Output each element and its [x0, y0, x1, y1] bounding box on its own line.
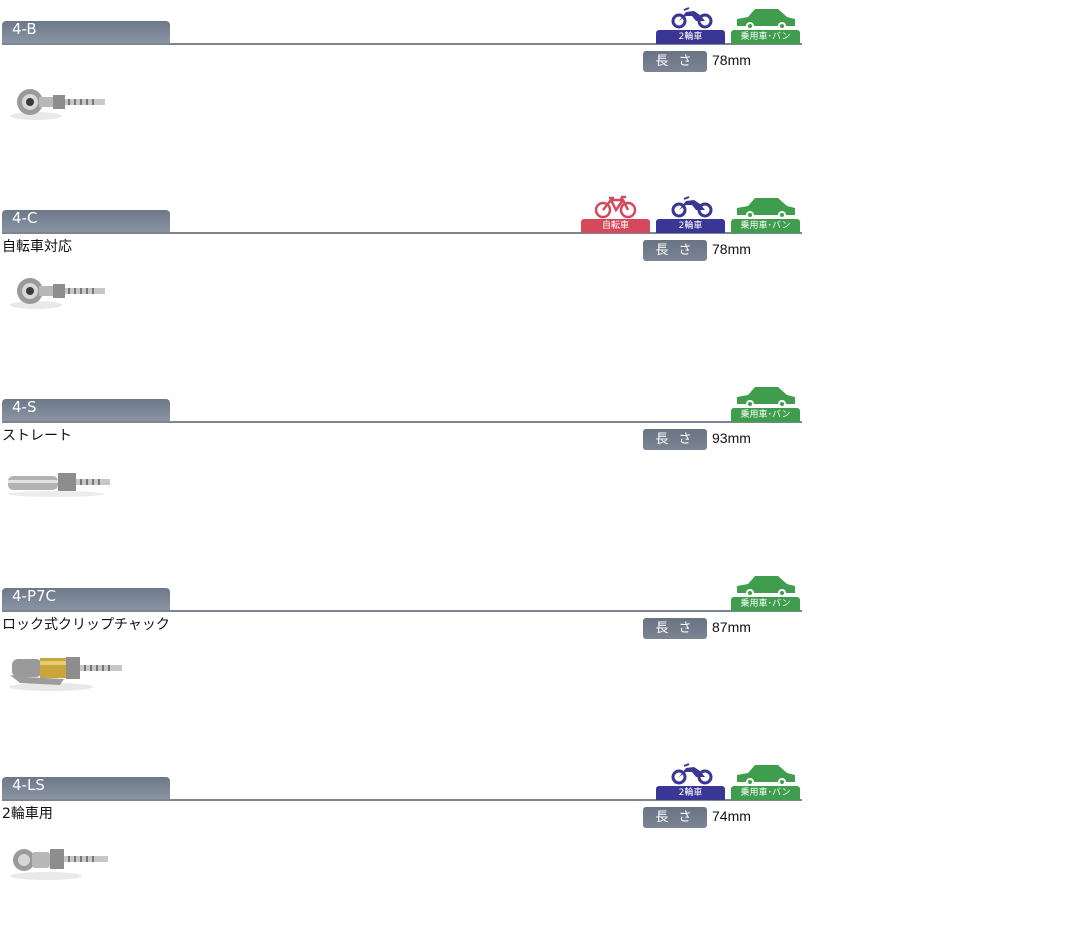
product-4-ls: 4-LS 2輪車 乗用車･バン 2輪車用 長 さ 74mm [0, 756, 802, 941]
header-divider [2, 421, 802, 423]
product-code: 4-LS [2, 777, 170, 800]
product-header: 4-P7C 乗用車･バン [0, 567, 802, 613]
motorcycle-badge: 2輪車 [656, 762, 725, 800]
motorcycle-badge-label: 2輪車 [656, 786, 725, 800]
car-icon [731, 384, 800, 408]
length-label: 長 さ [643, 240, 707, 261]
product-code: 4-P7C [2, 588, 170, 611]
product-description: 2輪車用 [2, 806, 53, 822]
bicycle-icon [581, 195, 650, 219]
motorcycle-icon [656, 762, 725, 786]
product-4-p7c: 4-P7C 乗用車･バン ロック式クリップチャック 長 さ 87mm [0, 567, 802, 752]
car-badge: 乗用車･バン [731, 573, 800, 611]
motorcycle-badge: 2輪車 [656, 6, 725, 44]
car-badge-label: 乗用車･バン [731, 408, 800, 422]
car-badge-label: 乗用車･バン [731, 30, 800, 44]
length-label: 長 さ [643, 51, 707, 72]
product-photo [6, 78, 136, 128]
product-code: 4-C [2, 210, 170, 233]
motorcycle-icon [656, 6, 725, 30]
product-header: 4-B 2輪車 乗用車･バン [0, 0, 802, 46]
product-4-s: 4-S 乗用車･バン ストレート 長 さ 93mm [0, 378, 802, 563]
length-value: 78mm [712, 241, 751, 257]
motorcycle-badge-label: 2輪車 [656, 30, 725, 44]
product-description: ロック式クリップチャック [2, 617, 170, 633]
car-icon [731, 762, 800, 786]
length-value: 74mm [712, 808, 751, 824]
product-photo [6, 645, 136, 695]
product-photo [6, 834, 136, 884]
car-badge-label: 乗用車･バン [731, 219, 800, 233]
header-divider [2, 610, 802, 612]
product-4-b: 4-B 2輪車 乗用車･バン 長 さ 78mm [0, 0, 802, 185]
bicycle-badge: 自転車 [581, 195, 650, 233]
product-header: 4-S 乗用車･バン [0, 378, 802, 424]
length-label: 長 さ [643, 618, 707, 639]
car-badge-label: 乗用車･バン [731, 597, 800, 611]
car-badge: 乗用車･バン [731, 762, 800, 800]
product-code: 4-S [2, 399, 170, 422]
length-value: 87mm [712, 619, 751, 635]
car-icon [731, 6, 800, 30]
product-4-c: 4-C 自転車 2輪車 乗用車･バン 自転車対応 長 さ 78mm [0, 189, 802, 374]
product-header: 4-LS 2輪車 乗用車･バン [0, 756, 802, 802]
car-badge: 乗用車･バン [731, 195, 800, 233]
bicycle-badge-label: 自転車 [581, 219, 650, 233]
product-code: 4-B [2, 21, 170, 44]
motorcycle-badge: 2輪車 [656, 195, 725, 233]
car-badge-label: 乗用車･バン [731, 786, 800, 800]
car-icon [731, 195, 800, 219]
motorcycle-icon [656, 195, 725, 219]
car-icon [731, 573, 800, 597]
product-description: ストレート [2, 428, 72, 444]
product-photo [6, 456, 136, 506]
product-description: 自転車対応 [2, 239, 72, 255]
length-label: 長 さ [643, 429, 707, 450]
car-badge: 乗用車･バン [731, 384, 800, 422]
length-label: 長 さ [643, 807, 707, 828]
length-value: 93mm [712, 430, 751, 446]
length-value: 78mm [712, 52, 751, 68]
product-photo [6, 267, 136, 317]
product-header: 4-C 自転車 2輪車 乗用車･バン [0, 189, 802, 235]
car-badge: 乗用車･バン [731, 6, 800, 44]
motorcycle-badge-label: 2輪車 [656, 219, 725, 233]
